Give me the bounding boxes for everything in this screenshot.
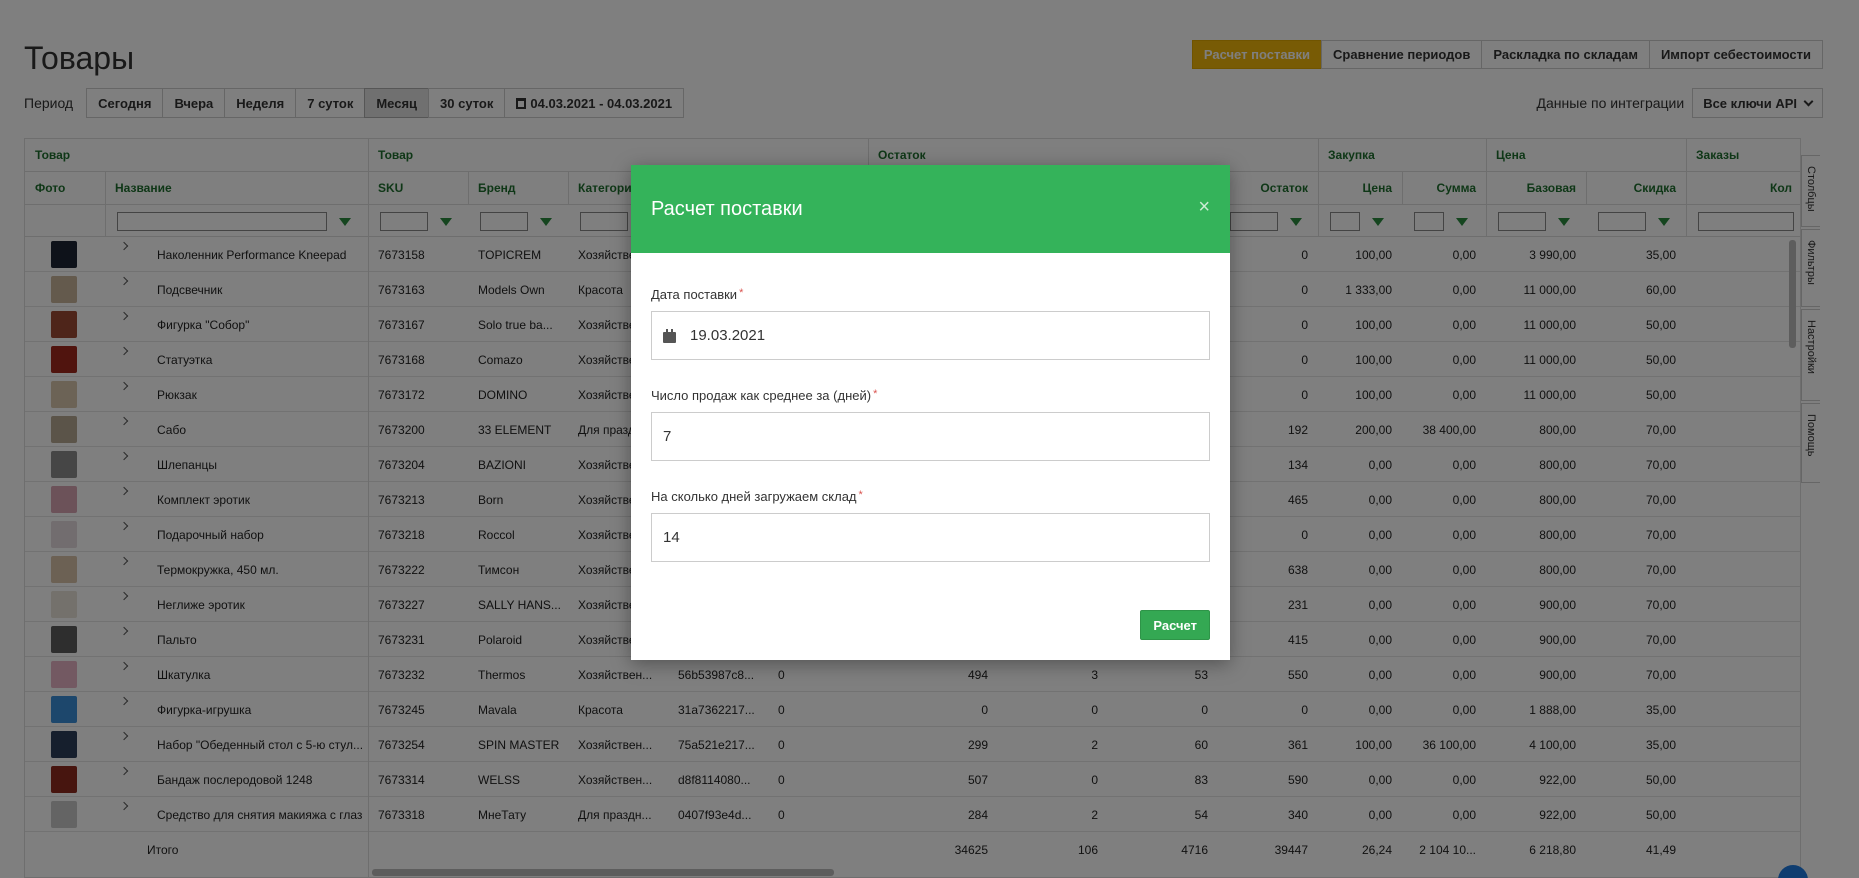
delivery-date-field[interactable]: 19.03.2021 <box>651 311 1210 360</box>
avg-sales-days-field[interactable]: 7 <box>651 412 1210 461</box>
required-mark: * <box>739 287 744 299</box>
supply-calc-modal: Расчет поставки × Дата поставки * 19.03.2… <box>631 165 1230 660</box>
modal-body: Дата поставки * 19.03.2021 Число продаж к… <box>631 287 1230 562</box>
calculate-button[interactable]: Расчет <box>1140 610 1210 640</box>
required-mark: * <box>858 489 863 501</box>
modal-title: Расчет поставки <box>651 197 803 220</box>
stock-days-field[interactable]: 14 <box>651 513 1210 562</box>
calendar-icon <box>663 328 676 343</box>
delivery-date-label: Дата поставки * <box>651 287 744 302</box>
modal-header: Расчет поставки × <box>631 165 1230 253</box>
avg-sales-days-label: Число продаж как среднее за (дней) * <box>651 388 878 403</box>
close-icon[interactable]: × <box>1198 197 1210 217</box>
required-mark: * <box>873 388 878 400</box>
stock-days-label: На сколько дней загружаем склад * <box>651 489 863 504</box>
delivery-date-value: 19.03.2021 <box>690 327 766 344</box>
stock-days-value: 14 <box>663 529 680 546</box>
avg-sales-days-value: 7 <box>663 428 672 445</box>
